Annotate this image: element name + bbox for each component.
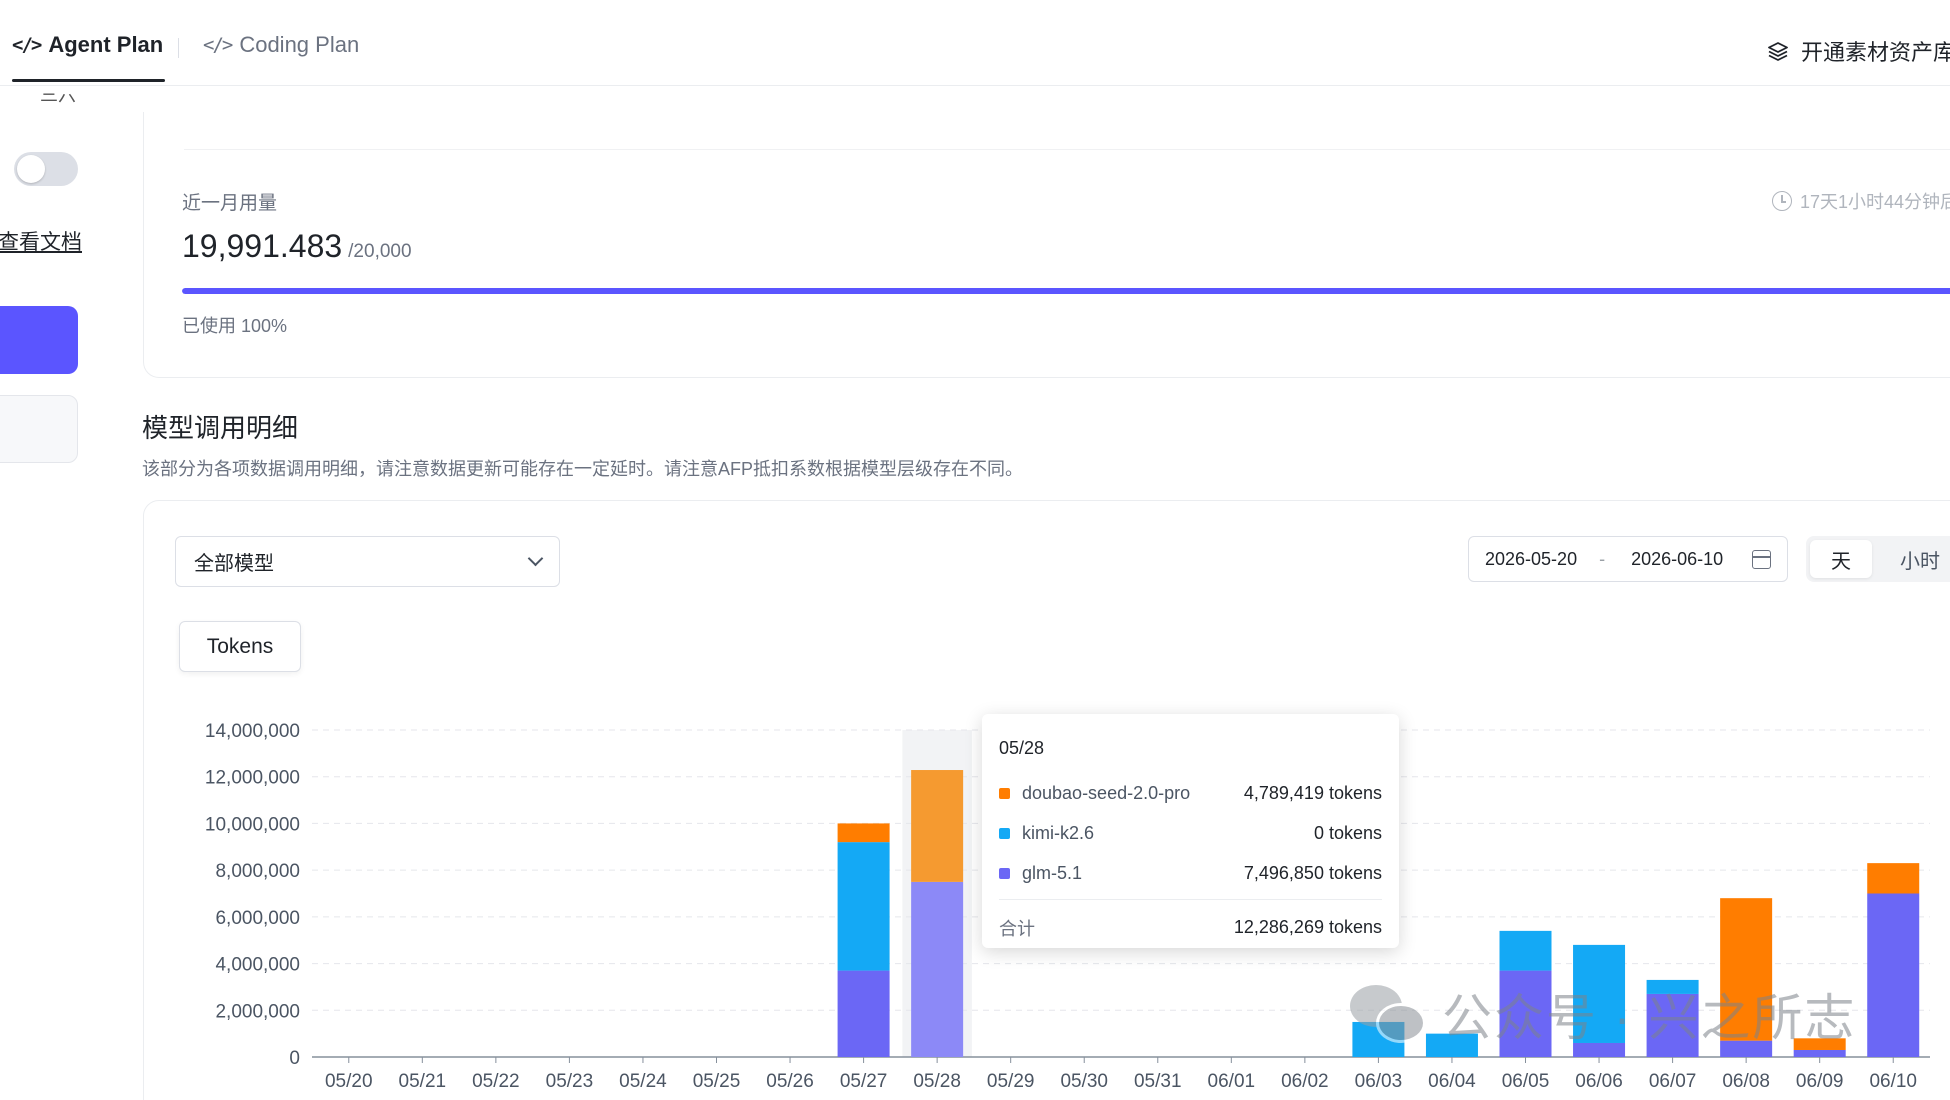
date-end[interactable]: 2026-06-10: [1631, 549, 1723, 570]
tooltip-series-value: 7,496,850 tokens: [1243, 862, 1382, 883]
granularity-day-button[interactable]: 天: [1810, 540, 1872, 578]
tooltip-row: doubao-seed-2.0-pro 4,789,419 tokens: [999, 773, 1382, 813]
usage-percent: 已使用 100%: [182, 316, 288, 336]
bar-doubao-seed-2.0-pro: [837, 823, 890, 843]
model-select-value: 全部模型: [194, 553, 274, 575]
bar-kimi-k2.6: [1499, 930, 1552, 971]
reset-text: 17天1小时44分钟后重置: [1799, 192, 1950, 212]
chart-tooltip: 05/28 doubao-seed-2.0-pro 4,789,419 toke…: [982, 714, 1399, 948]
sidebar-secondary-button[interactable]: [0, 395, 78, 463]
watermark-text: 公众号 · 兴之所志: [1442, 990, 1857, 1046]
code-icon: </>: [203, 34, 233, 56]
watermark: 公众号 · 兴之所志: [1350, 978, 1856, 1050]
reset-info: 17天1小时44分钟后重置: [1771, 188, 1950, 214]
usage-label: 近一月用量: [182, 193, 278, 214]
usage-progress-fill: [182, 288, 1950, 294]
section-description: 该部分为各项数据调用明细，请注意数据更新可能存在一定延时。请注意AFP抵扣系数根…: [142, 459, 1024, 479]
metric-tokens-button[interactable]: Tokens: [179, 621, 301, 672]
chevron-down-icon: [527, 550, 544, 567]
granularity-hour-button[interactable]: 小时: [1872, 540, 1950, 578]
tooltip-series-value: 4,789,419 tokens: [1243, 782, 1382, 803]
legend-swatch: [999, 867, 1010, 879]
tab-coding-plan[interactable]: </> Coding Plan: [203, 32, 359, 58]
tooltip-series-name: kimi-k2.6: [1022, 822, 1095, 843]
bar-glm-5.1: [1867, 893, 1920, 1057]
bar-glm-5.1: [1793, 1049, 1846, 1057]
asset-library-link[interactable]: 开通素材资产库: [1767, 35, 1950, 67]
tab-label: Agent Plan: [48, 32, 164, 57]
section-title: 模型调用明细: [142, 413, 299, 443]
tooltip-series-name: glm-5.1: [1022, 862, 1083, 883]
layers-icon: [1768, 42, 1788, 61]
legend-swatch: [999, 787, 1010, 799]
legend-swatch: [999, 827, 1010, 839]
bar-doubao-seed-2.0-pro: [1867, 863, 1920, 894]
sidebar-toggle[interactable]: [14, 152, 78, 186]
tooltip-total-value: 12,286,269 tokens: [1233, 917, 1382, 937]
tab-divider: [178, 38, 179, 58]
granularity-switch: 天 小时: [1806, 536, 1950, 582]
tooltip-row: glm-5.1 7,496,850 tokens: [999, 853, 1382, 893]
tooltip-series-value: 0 tokens: [1313, 822, 1382, 843]
date-range-picker[interactable]: 2026-05-20 - 2026-06-10: [1468, 536, 1788, 582]
usage-amount: 19,991.483: [182, 228, 343, 264]
usage-limit: /20,000: [348, 241, 412, 262]
clock-icon: [1771, 191, 1792, 211]
sidebar-primary-button[interactable]: [0, 306, 78, 374]
tab-agent-plan[interactable]: </> Agent Plan: [12, 32, 166, 82]
usage-card: 近一月用量 17天1小时44分钟后重置 19,991.483 /20,000 已…: [143, 112, 1950, 378]
toggle-knob: [17, 155, 45, 183]
bar-doubao-seed-2.0-pro: [911, 770, 964, 882]
wechat-icon: [1350, 983, 1428, 1045]
tooltip-series-name: doubao-seed-2.0-pro: [1022, 782, 1191, 803]
asset-library-label: 开通素材资产库: [1800, 40, 1950, 65]
tooltip-row: kimi-k2.6 0 tokens: [999, 813, 1382, 853]
tooltip-date: 05/28: [999, 738, 1045, 758]
bar-glm-5.1: [911, 881, 964, 1057]
tooltip-total-row: 合计 12,286,269 tokens: [999, 899, 1382, 947]
model-select[interactable]: 全部模型: [175, 536, 560, 587]
sidebar-cut-label: 三六: [40, 92, 76, 105]
date-separator: -: [1599, 548, 1606, 569]
usage-progress-bar: [182, 288, 1950, 294]
top-tab-bar: </> Agent Plan </> Coding Plan 开通素材资产库: [0, 0, 1950, 86]
card-divider: [184, 149, 1950, 150]
tab-label: Coding Plan: [239, 32, 360, 57]
bar-kimi-k2.6: [837, 842, 890, 971]
view-docs-link[interactable]: 查看文档: [0, 226, 82, 256]
code-icon: </>: [12, 34, 42, 56]
date-start[interactable]: 2026-05-20: [1485, 549, 1577, 570]
calendar-icon: [1752, 550, 1771, 569]
bar-glm-5.1: [837, 970, 890, 1057]
tooltip-total-label: 合计: [999, 918, 1035, 939]
usage-value: 19,991.483 /20,000: [182, 228, 412, 265]
